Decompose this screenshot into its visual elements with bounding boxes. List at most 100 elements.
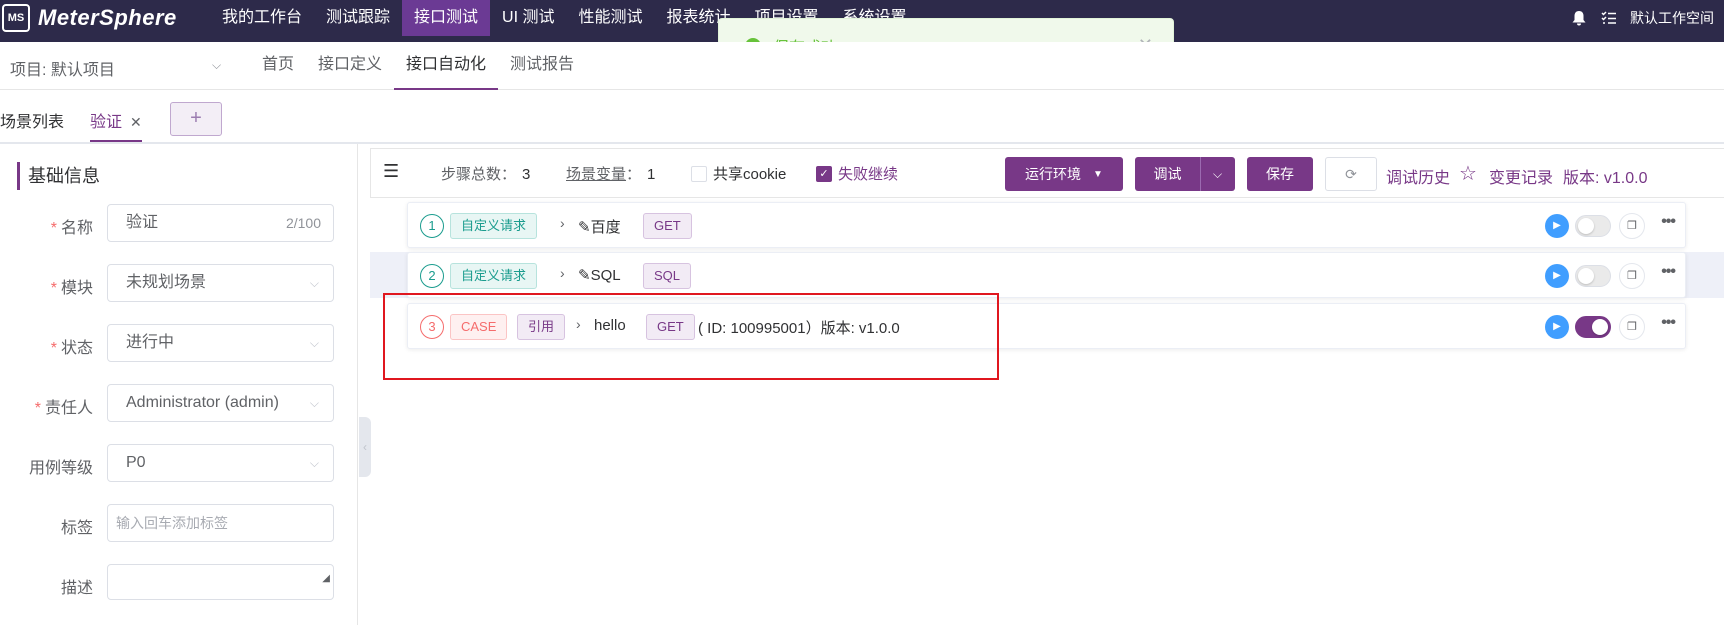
edit-icon[interactable]: ✎ [578, 267, 591, 284]
logo[interactable]: MS MeterSphere [0, 0, 177, 36]
module-row: * 模块 未规划场景 ⌵ [0, 264, 358, 302]
refresh-button[interactable]: ⟳ [1325, 157, 1377, 191]
step-type-tag: 自定义请求 [450, 213, 538, 239]
chevron-down-icon[interactable]: ⌵ [1201, 167, 1235, 182]
module-select[interactable]: 未规划场景 ⌵ [107, 264, 334, 302]
changelog-link[interactable]: 变更记录 [1489, 164, 1553, 188]
save-button[interactable]: 保存 [1247, 157, 1313, 191]
basic-info-panel: 基础信息 * 名称 验证 2/100 * 模块 未规划场景 ⌵ * 状态 进行中 ⌵ … [0, 144, 358, 625]
nav-ui-test[interactable]: UI 测试 [490, 0, 566, 36]
tags-label: 标签 [60, 520, 93, 537]
level-label: 用例等级 [28, 460, 93, 477]
char-count: 2/100 [285, 215, 321, 231]
enable-switch[interactable] [1575, 265, 1611, 287]
version-label: 版本: v1.0.0 [1563, 170, 1648, 187]
enable-switch[interactable] [1575, 215, 1611, 237]
api-sub-nav: 首页 接口定义 接口自动化 测试报告 [250, 42, 586, 90]
add-tab-button[interactable]: + [170, 102, 222, 136]
nav-performance-test[interactable]: 性能测试 [567, 0, 655, 36]
subnav-api-automation[interactable]: 接口自动化 [394, 42, 499, 90]
collapse-panel-handle[interactable]: ‹ [359, 417, 371, 477]
caret-down-icon: ▼ [1093, 168, 1103, 180]
chevron-down-icon[interactable]: ⌵ [212, 58, 221, 73]
step-index: 1 [420, 214, 444, 238]
scenario-tabs: 场景列表 验证 ✕ + [0, 90, 1724, 144]
more-icon[interactable]: ••• [1661, 213, 1676, 231]
copy-icon[interactable]: ❐ [1619, 314, 1645, 340]
share-cookie-checkbox[interactable]: 共享cookie [691, 163, 786, 184]
method-tag: GET [643, 213, 692, 239]
subnav-api-definition[interactable]: 接口定义 [306, 42, 394, 90]
env-button[interactable]: 运行环境 ▼ [1005, 157, 1123, 191]
desc-row: 描述 ◢ [0, 564, 358, 602]
nav-workbench[interactable]: 我的工作台 [210, 0, 314, 36]
step-name[interactable]: ✎百度 [578, 216, 621, 237]
resize-handle-icon[interactable]: ◢ [322, 561, 330, 597]
status-label: * 状态 [50, 340, 93, 357]
checkbox-checked-icon: ✓ [816, 165, 832, 182]
scenario-toolbar: ☰ 步骤总数： 3 场景变量： 1 共享cookie ✓ 失败继续 运行环境 ▼ 调… [370, 148, 1724, 198]
tab-scene-list[interactable]: 场景列表 [0, 108, 64, 132]
module-label: * 模块 [50, 280, 93, 297]
step-index: 2 [420, 264, 444, 288]
section-title: 基础信息 [17, 162, 100, 190]
desc-label: 描述 [60, 580, 93, 597]
edit-icon[interactable]: ✎ [578, 219, 591, 236]
active-tab-indicator [90, 140, 142, 142]
status-select[interactable]: 进行中 ⌵ [107, 324, 334, 362]
copy-icon[interactable]: ❐ [1619, 263, 1645, 289]
step-row[interactable]: 1 自定义请求 › ✎百度 GET ▶ ❐ ••• [407, 202, 1686, 248]
name-input[interactable]: 验证 2/100 [107, 204, 334, 242]
desc-textarea[interactable]: ◢ [107, 564, 334, 600]
continue-on-fail-checkbox[interactable]: ✓ 失败继续 [816, 163, 898, 184]
chevron-down-icon: ⌵ [309, 276, 319, 290]
play-icon[interactable]: ▶ [1545, 264, 1569, 288]
enable-switch[interactable] [1575, 316, 1611, 338]
more-icon[interactable]: ••• [1661, 314, 1676, 332]
tags-input[interactable]: 输入回车添加标签 [107, 504, 334, 542]
nav-api-test[interactable]: 接口测试 [402, 0, 491, 36]
step-type-tag: 自定义请求 [450, 263, 538, 289]
debug-button[interactable]: 调试 ⌵ [1135, 157, 1235, 191]
project-selector[interactable]: 项目: 默认项目 [10, 56, 115, 80]
scene-vars[interactable]: 场景变量： 1 [566, 163, 655, 184]
copy-icon[interactable]: ❐ [1619, 213, 1645, 239]
name-label: * 名称 [50, 220, 93, 237]
chevron-right-icon[interactable]: › [560, 215, 565, 231]
checkbox-icon [691, 165, 707, 182]
tags-row: 标签 输入回车添加标签 [0, 504, 358, 542]
status-row: * 状态 进行中 ⌵ [0, 324, 358, 362]
tab-verify-label: 验证 [90, 114, 123, 131]
subnav-test-report[interactable]: 测试报告 [498, 42, 586, 90]
more-icon[interactable]: ••• [1661, 263, 1676, 281]
step-name[interactable]: ✎SQL [578, 266, 621, 284]
top-right-area: 默认工作空间 [1570, 0, 1724, 36]
debug-history-link[interactable]: 调试历史 [1386, 164, 1450, 188]
task-list-icon[interactable] [1600, 9, 1618, 27]
step-count: 步骤总数： 3 [441, 166, 531, 183]
chevron-down-icon: ⌵ [309, 396, 319, 410]
subnav-home[interactable]: 首页 [250, 42, 306, 90]
nav-test-track[interactable]: 测试跟踪 [314, 0, 402, 36]
bell-icon[interactable] [1570, 9, 1588, 27]
method-tag: SQL [643, 263, 692, 289]
chevron-down-icon: ⌵ [309, 456, 319, 470]
level-row: 用例等级 P0 ⌵ [0, 444, 358, 482]
owner-select[interactable]: Administrator (admin) ⌵ [107, 384, 334, 422]
step-row[interactable]: 2 自定义请求 › ✎SQL SQL ▶ ❐ ••• [407, 252, 1686, 298]
project-bar: 项目: 默认项目 ⌵ 首页 接口定义 接口自动化 测试报告 [0, 42, 1724, 90]
tab-verify[interactable]: 验证 ✕ [90, 108, 142, 142]
logo-icon: MS [2, 4, 30, 32]
workspace-selector[interactable]: 默认工作空间 [1630, 8, 1714, 28]
close-icon[interactable]: ✕ [130, 114, 142, 130]
star-icon[interactable]: ☆ [1459, 161, 1477, 186]
owner-label: * 责任人 [34, 400, 93, 417]
annotation-highlight-box [383, 293, 999, 380]
chevron-right-icon[interactable]: › [560, 265, 565, 281]
play-icon[interactable]: ▶ [1545, 214, 1569, 238]
hamburger-menu-icon[interactable]: ☰ [383, 161, 399, 182]
play-icon[interactable]: ▶ [1545, 315, 1569, 339]
owner-row: * 责任人 Administrator (admin) ⌵ [0, 384, 358, 422]
level-select[interactable]: P0 ⌵ [107, 444, 334, 482]
chevron-down-icon: ⌵ [309, 336, 319, 350]
